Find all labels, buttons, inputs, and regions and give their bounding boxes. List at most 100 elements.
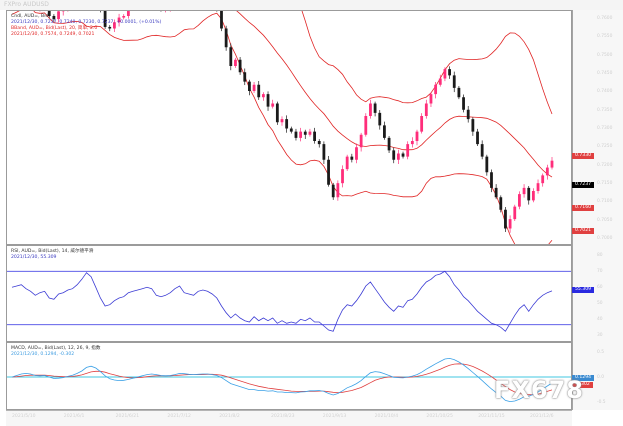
candle-body (289, 128, 293, 132)
candle-body (248, 81, 251, 91)
price-tick-label: 0.7000 (597, 236, 613, 241)
candle-body (424, 103, 428, 116)
price-tick-label: 0.7050 (597, 217, 613, 223)
candle-body (504, 209, 507, 229)
rsi-pane[interactable]: RSI, AUD=, Bid(Last), 14, 威尔德平滑 2021/12/… (6, 245, 572, 342)
price-tick-label: 0.7550 (597, 34, 613, 40)
rsi-axis[interactable]: 55.309 80 70 60 50 40 30 (572, 245, 623, 342)
candle-body (499, 197, 503, 210)
candle-body (508, 219, 512, 229)
rsi-tick-label: 80 (597, 253, 603, 258)
candle-body (410, 141, 414, 145)
candle-body (322, 144, 326, 160)
macd-tick-label: 0.5 (597, 350, 604, 355)
candle-body (266, 94, 270, 107)
candle-body (234, 59, 237, 66)
candle-body (545, 167, 549, 176)
candle-body (220, 11, 223, 29)
candle-body (294, 131, 298, 138)
candle-body (401, 153, 405, 157)
rsi-tick-label: 60 (597, 285, 603, 290)
time-tick-label: 2021/9/13 (322, 414, 347, 419)
candle-body (480, 144, 484, 157)
candle-body (415, 131, 419, 141)
time-tick-label: 2021/6/1 (63, 414, 85, 419)
candle-body (345, 156, 349, 170)
candle-body (466, 109, 470, 120)
time-tick-label: 2021/11/15 (478, 414, 505, 419)
time-tick-label: 2021/10/4 (374, 414, 399, 419)
price-pane[interactable]: Cndl, AUD=, Bid 2021/12/30, 0.7237, 0.72… (6, 10, 572, 245)
price-chart[interactable] (7, 11, 571, 244)
rsi-tick-label: 30 (597, 333, 603, 338)
time-tick-label: 2021/7/12 (167, 414, 191, 419)
candle-body (490, 172, 493, 188)
candle-body (280, 119, 284, 123)
bollinger-lower-band (11, 11, 553, 244)
candle-body (541, 175, 545, 184)
price-legend: Cndl, AUD=, Bid 2021/12/30, 0.7237, 0.72… (11, 14, 161, 38)
candle-body (434, 84, 438, 95)
candle-body (238, 59, 242, 73)
candle-body (550, 160, 554, 168)
macd-signal-line (11, 363, 553, 396)
candle-body (378, 112, 382, 126)
macd-pane[interactable]: MACD, AUD=, Bid(Last), 12, 26, 9, 指数 202… (6, 342, 572, 410)
time-tick-label: 2021/5/10 (12, 414, 36, 419)
price-tick-label: 0.7400 (597, 89, 613, 95)
candle-body (224, 28, 228, 48)
macd-line (11, 357, 553, 403)
candle-body (364, 116, 368, 135)
candle-body (275, 103, 279, 123)
macd-tick-label: -0.5 (597, 400, 606, 405)
price-tick-label: 0.7450 (597, 71, 613, 76)
time-tick-label: 2021/10/25 (426, 414, 453, 419)
time-tick-label: 2021/8/23 (271, 414, 295, 419)
candle-body (271, 103, 275, 107)
price-tick-label: 0.7600 (597, 16, 613, 21)
candle-body (350, 156, 354, 160)
rsi-value-tag: 55.309 (572, 287, 595, 293)
candle-body (494, 187, 498, 198)
candle-body (443, 69, 447, 79)
rsi-tick-label: 40 (597, 317, 603, 322)
candle-body (327, 159, 330, 185)
last-price-tag: 0.7237 (572, 182, 595, 188)
candle-body (285, 119, 289, 129)
candle-body (476, 131, 479, 145)
candle-body (229, 47, 233, 66)
candle-body (317, 141, 321, 145)
candle-body (392, 150, 396, 160)
candle-body (257, 84, 261, 98)
time-axis[interactable]: 2021/5/10 2021/6/1 2021/6/21 2021/7/12 2021/… (6, 410, 572, 426)
candle-body (462, 97, 465, 110)
candle-body (355, 147, 358, 160)
candle-body (438, 78, 442, 85)
price-axis[interactable]: 0.7330 0.7237 0.7160 0.7021 0.7600 0.7550… (572, 10, 623, 245)
candle-body (485, 156, 489, 173)
candle-body (471, 119, 475, 132)
candle-body (369, 103, 372, 116)
candle-body (429, 94, 433, 104)
candle-body (406, 144, 410, 157)
fx678-watermark: FX678 (494, 376, 584, 404)
time-tick-label: 2021/12/6 (530, 414, 554, 419)
candle-body (243, 72, 247, 82)
price-tick-label: 0.7200 (597, 162, 613, 168)
rsi-tick-label: 70 (597, 269, 603, 274)
price-tick-label: 0.7350 (597, 107, 613, 113)
macd-tick-label: 0.0 (597, 375, 604, 380)
chart-window: FXPro AUDUSD Cndl, AUD=, Bid 2021/12/30,… (0, 0, 623, 426)
candle-body (359, 134, 363, 148)
candle-body (373, 103, 377, 113)
candle-body (387, 137, 391, 151)
candle-body (336, 183, 340, 198)
rsi-tick-label: 50 (597, 301, 603, 306)
candle-body (518, 194, 521, 207)
candle-body (420, 116, 424, 132)
price-tick-label: 0.7250 (597, 144, 613, 150)
lower-band-tag: 0.7021 (572, 228, 595, 234)
candle-body (299, 131, 303, 138)
window-title: FXPro AUDUSD (0, 0, 623, 10)
candle-body (383, 125, 386, 138)
